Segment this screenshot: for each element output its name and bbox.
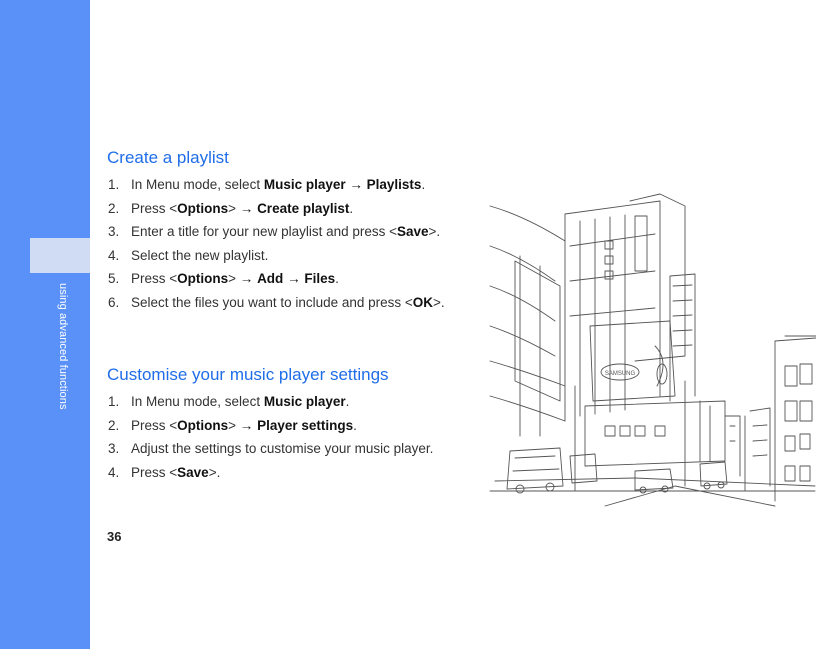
city-street-illustration: SAMSUNG: [489, 193, 816, 507]
step-keyword: Create playlist: [257, 200, 350, 216]
step-text: .: [353, 417, 357, 433]
step-number: 3.: [108, 224, 120, 239]
sidebar-tab: [30, 238, 90, 273]
step-text: >: [228, 417, 240, 433]
step-number: 4.: [108, 464, 120, 480]
music-player-settings-steps: 1. In Menu mode, select Music player. 2. Pr…: [108, 394, 458, 488]
step-arrow: →: [345, 177, 367, 192]
step-item: 4. Select the new playlist.: [108, 248, 458, 264]
step-arrow: →: [283, 271, 305, 286]
step-text: >: [228, 200, 240, 216]
step-number: 3.: [108, 441, 120, 456]
step-text: >: [228, 271, 240, 286]
step-arrow: →: [239, 200, 258, 216]
step-text: .: [349, 200, 354, 216]
step-text: In Menu mode, select: [131, 177, 264, 192]
step-text: >.: [428, 224, 441, 239]
step-item: 2. Press <Options> → Player settings.: [108, 418, 458, 434]
step-number: 6.: [108, 294, 120, 310]
step-keyword: OK: [412, 294, 434, 310]
billboard-sign-text: SAMSUNG: [605, 371, 636, 377]
step-arrow: →: [239, 417, 258, 433]
section-title-create-playlist: Create a playlist: [107, 148, 229, 167]
sidebar-chapter-label: using advanced functions: [57, 283, 69, 410]
step-item: 2. Press <Options> → Create playlist.: [108, 201, 458, 217]
step-item: 1. In Menu mode, select Music player.: [108, 394, 458, 410]
step-keyword: Options: [177, 200, 229, 216]
step-text: .: [421, 177, 426, 192]
step-text: >.: [433, 294, 445, 310]
step-text: Press <: [131, 417, 178, 433]
step-arrow: →: [239, 271, 258, 286]
create-playlist-steps: 1. In Menu mode, select Music player → Pl…: [108, 177, 458, 318]
step-keyword: Music player: [263, 394, 346, 409]
step-text: In Menu mode, select: [131, 394, 264, 409]
step-text: Press <: [131, 464, 178, 480]
step-number: 1.: [108, 394, 120, 409]
step-item: 5. Press <Options> → Add → Files.: [108, 271, 458, 287]
step-keyword: Files: [304, 271, 336, 286]
page-number: 36: [107, 529, 122, 544]
step-keyword: Add: [257, 271, 284, 286]
step-keyword: Music player: [263, 177, 346, 192]
step-text: .: [345, 394, 350, 409]
step-text: Press <: [131, 271, 178, 286]
step-text: Select the files you want to include and…: [131, 294, 413, 310]
step-text: .: [335, 271, 339, 286]
step-number: 2.: [108, 417, 120, 433]
step-text: >.: [208, 464, 221, 480]
step-keyword: Save: [397, 224, 429, 239]
step-text: Adjust the settings to customise your mu…: [131, 441, 434, 456]
step-text: Press <: [131, 200, 178, 216]
sidebar: using advanced functions: [0, 0, 90, 649]
step-keyword: Save: [177, 464, 209, 480]
step-number: 4.: [108, 247, 120, 263]
section-title-music-player-settings: Customise your music player settings: [107, 365, 389, 384]
step-keyword: Options: [177, 271, 229, 286]
step-item: 3. Adjust the settings to customise your …: [108, 441, 458, 457]
step-keyword: Playlists: [366, 177, 422, 192]
step-number: 5.: [108, 271, 120, 286]
step-keyword: Player settings: [257, 417, 354, 433]
step-item: 6. Select the files you want to include a…: [108, 295, 458, 311]
step-item: 4. Press <Save>.: [108, 465, 458, 481]
step-keyword: Options: [177, 417, 229, 433]
step-number: 1.: [108, 177, 120, 192]
step-text: Select the new playlist.: [131, 247, 269, 263]
step-item: 3. Enter a title for your new playlist an…: [108, 224, 458, 240]
step-number: 2.: [108, 200, 120, 216]
step-item: 1. In Menu mode, select Music player → Pl…: [108, 177, 458, 193]
step-text: Enter a title for your new playlist and …: [131, 224, 398, 239]
